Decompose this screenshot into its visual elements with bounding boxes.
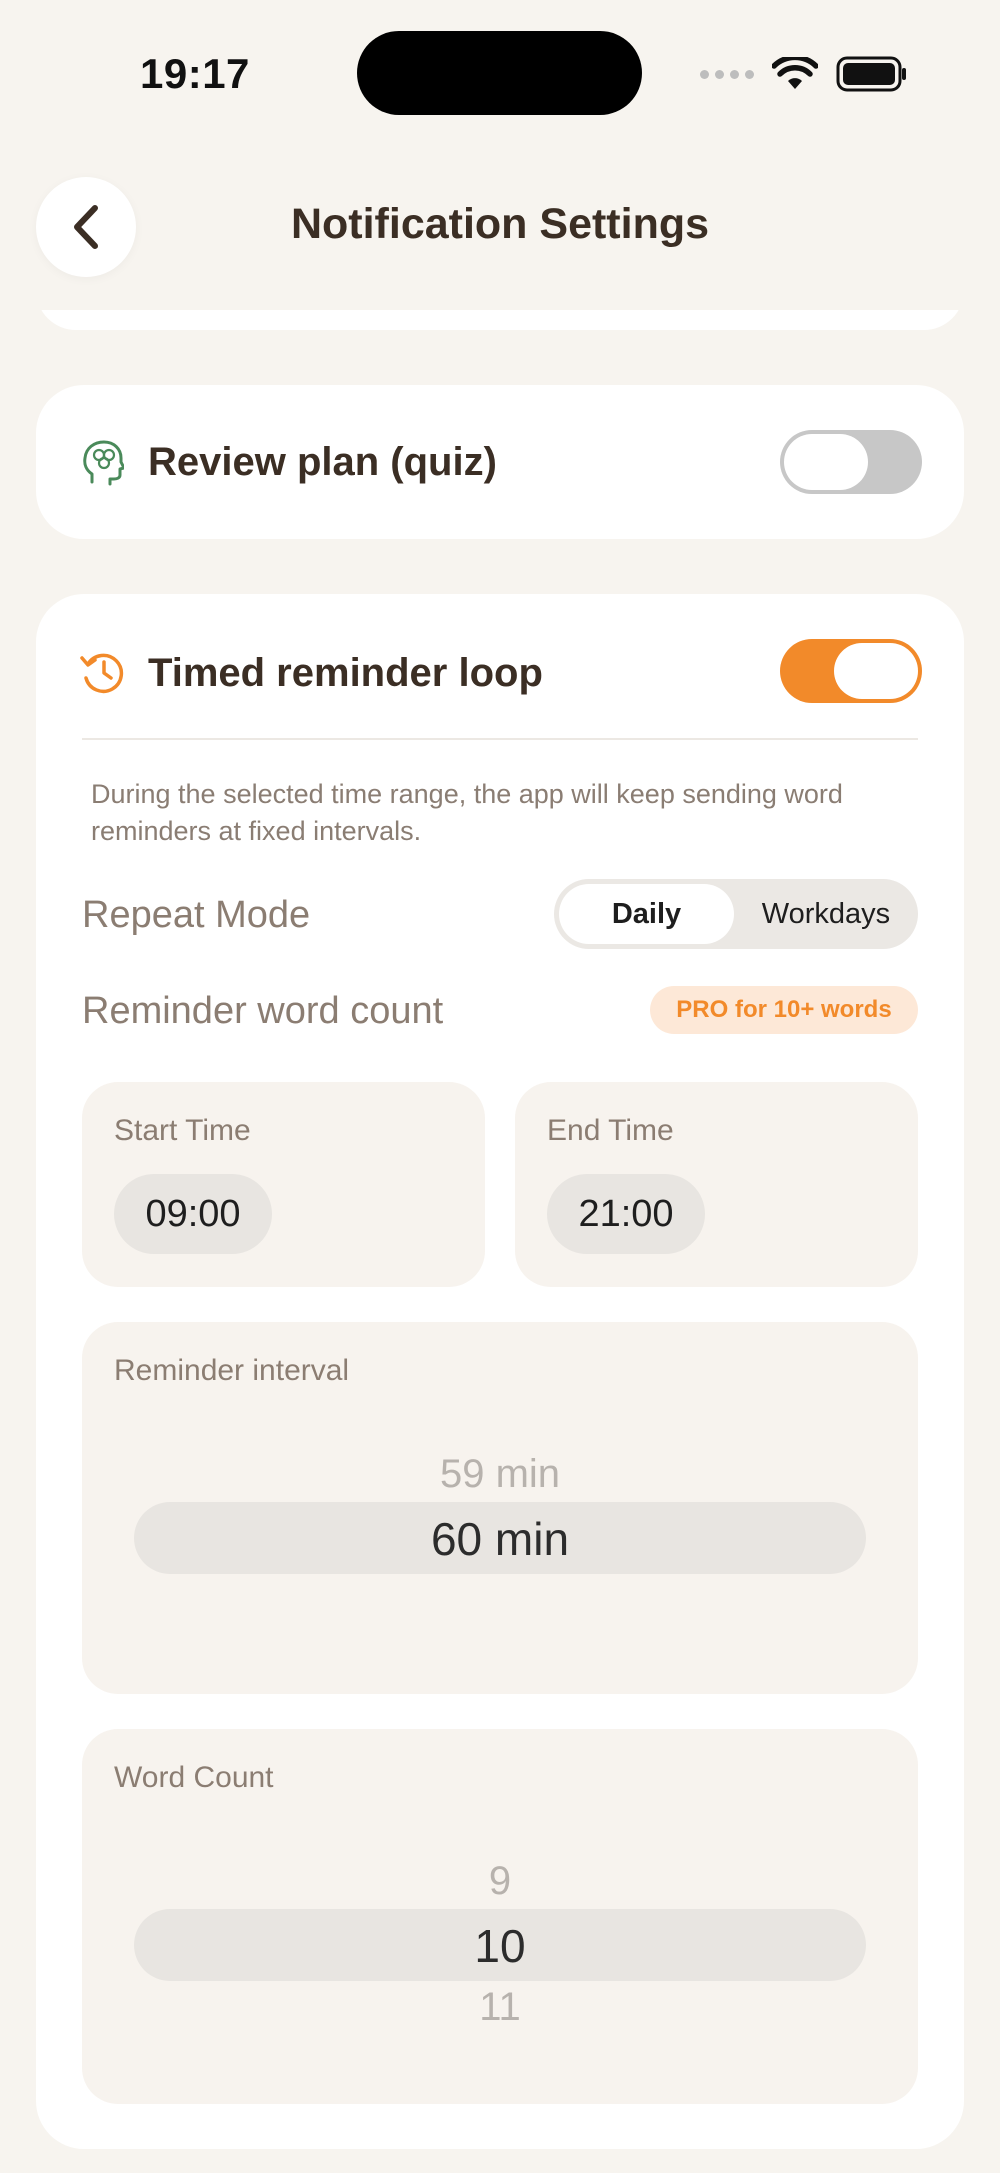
segment-daily[interactable]: Daily [559,884,734,944]
repeat-mode-label: Repeat Mode [82,894,311,936]
repeat-mode-segmented-control: Daily Workdays [554,879,918,949]
reminder-word-count-label: Reminder word count [82,990,444,1032]
start-time-label: Start Time [114,1114,251,1147]
notification-settings-screen: 19:17 Notification Settings Review plan … [0,0,1000,2173]
timed-reminder-label: Timed reminder loop [148,651,543,695]
word-count-label: Word Count [114,1761,274,1794]
status-icons [700,56,908,92]
pro-badge[interactable]: PRO for 10+ words [650,986,918,1034]
timed-reminder-toggle[interactable] [780,639,922,703]
end-time-label: End Time [547,1114,674,1147]
review-plan-card: Review plan (quiz) [36,385,964,539]
review-plan-label: Review plan (quiz) [148,440,497,484]
word-count-next-value[interactable]: 11 [82,1985,918,2030]
end-time-card: End Time 21:00 [515,1082,918,1287]
brain-head-icon [83,440,124,486]
word-count-prev-value[interactable]: 9 [82,1859,918,1904]
review-plan-toggle[interactable] [780,430,922,494]
wifi-icon [772,57,818,89]
word-count-card: Word Count 9 10 11 [82,1729,918,2104]
reminder-description: During the selected time range, the app … [91,779,843,846]
reminder-interval-label: Reminder interval [114,1354,350,1387]
battery-icon [836,56,906,92]
clock-history-icon [80,653,124,694]
start-time-card: Start Time 09:00 [82,1082,485,1287]
toggle-knob [784,434,868,490]
page-title: Notification Settings [290,200,710,248]
word-count-current-value[interactable]: 10 [82,1919,918,1973]
cellular-signal-icon [700,69,754,79]
interval-current-value[interactable]: 60 min [82,1512,918,1566]
segment-workdays[interactable]: Workdays [734,884,918,944]
start-time-picker[interactable]: 09:00 [114,1174,272,1254]
timed-reminder-card: Timed reminder loop During the selected … [36,594,964,2149]
divider [82,738,918,740]
reminder-interval-card: Reminder interval 59 min 60 min [82,1322,918,1694]
status-time: 19:17 [140,50,250,97]
interval-prev-value[interactable]: 59 min [82,1452,918,1497]
toggle-knob [834,643,918,699]
dynamic-island [357,31,642,115]
end-time-picker[interactable]: 21:00 [547,1174,705,1254]
